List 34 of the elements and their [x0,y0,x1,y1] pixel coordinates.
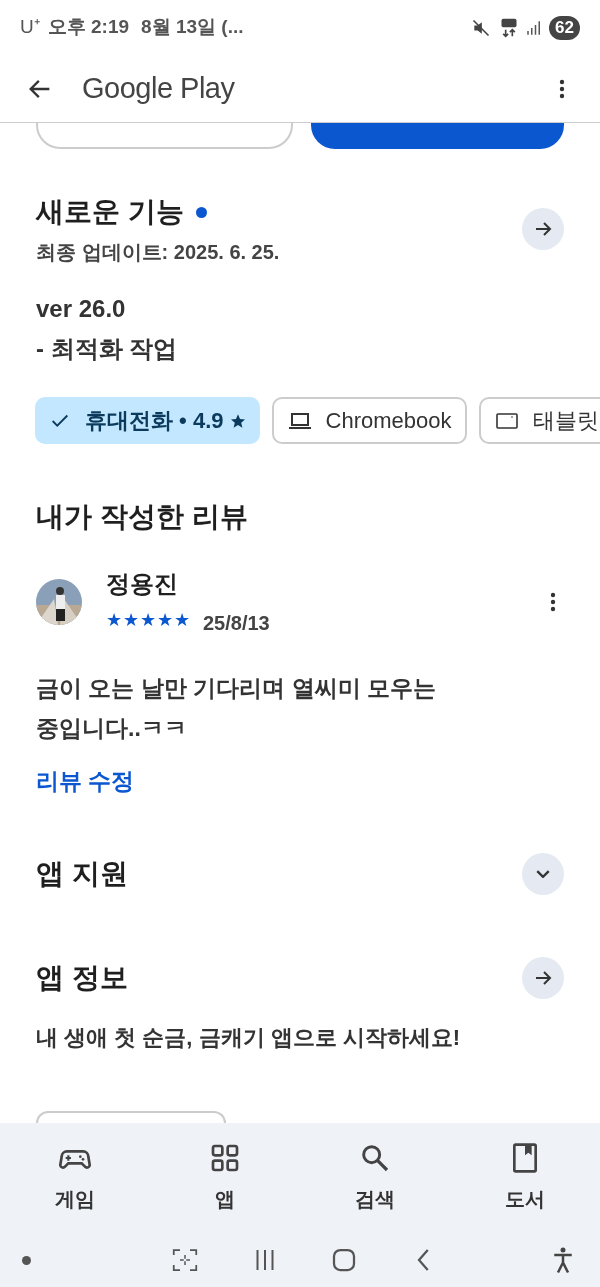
app-title: Google Play [82,70,235,106]
reviewer-name: 정용진 [106,569,179,599]
release-note: - 최적화 작업 [36,334,179,364]
mute-icon [471,17,492,38]
chevron-down-icon [536,869,550,878]
device-chip[interactable]: 휴대전화 • 4.9 [35,397,260,444]
star-rating: ★★★★★ [106,608,191,632]
arrow-button[interactable] [522,956,564,999]
device-chip[interactable]: 태블릿 [479,397,600,444]
nav-tab[interactable]: 게임 [0,1142,150,1214]
nav-tab[interactable]: 도서 [450,1142,600,1214]
status-time: 오후 2:19 [47,15,130,40]
app-description: 내 생애 첫 순금, 금캐기 앱으로 시작하세요! [35,1023,462,1052]
status-date: 8월 13일 (... [141,15,244,40]
section-title: 앱 정보 [36,960,128,995]
network-icon [499,17,520,38]
nav-tab[interactable]: 검색 [300,1142,450,1214]
section-title: 앱 지원 [36,856,128,891]
star-icon [229,412,246,429]
nav-tab[interactable]: 앱 [150,1142,300,1214]
carrier-text: U⁺ [20,15,40,40]
update-date: 최종 업데이트: 2025. 6. 25. [36,240,281,265]
search-icon [359,1142,391,1174]
edit-review-link[interactable]: 리뷰 수정 [36,764,135,799]
dot-indicator [22,1255,31,1265]
release-note: ver 26.0 [36,294,127,324]
apps-grid-icon [209,1142,241,1174]
section-title: 내가 작성한 리뷰 [35,500,249,534]
device-chip[interactable]: Chromebook [271,397,468,444]
battery-indicator: 62 [549,15,580,40]
arrow-button[interactable] [522,208,564,250]
section-title: 새로운 기능 [36,195,184,229]
review-text: 금이 오는 날만 기다리며 열씨미 모우는 중입니다..ㅋㅋ [35,674,437,743]
review-date: 25/8/13 [203,611,270,636]
